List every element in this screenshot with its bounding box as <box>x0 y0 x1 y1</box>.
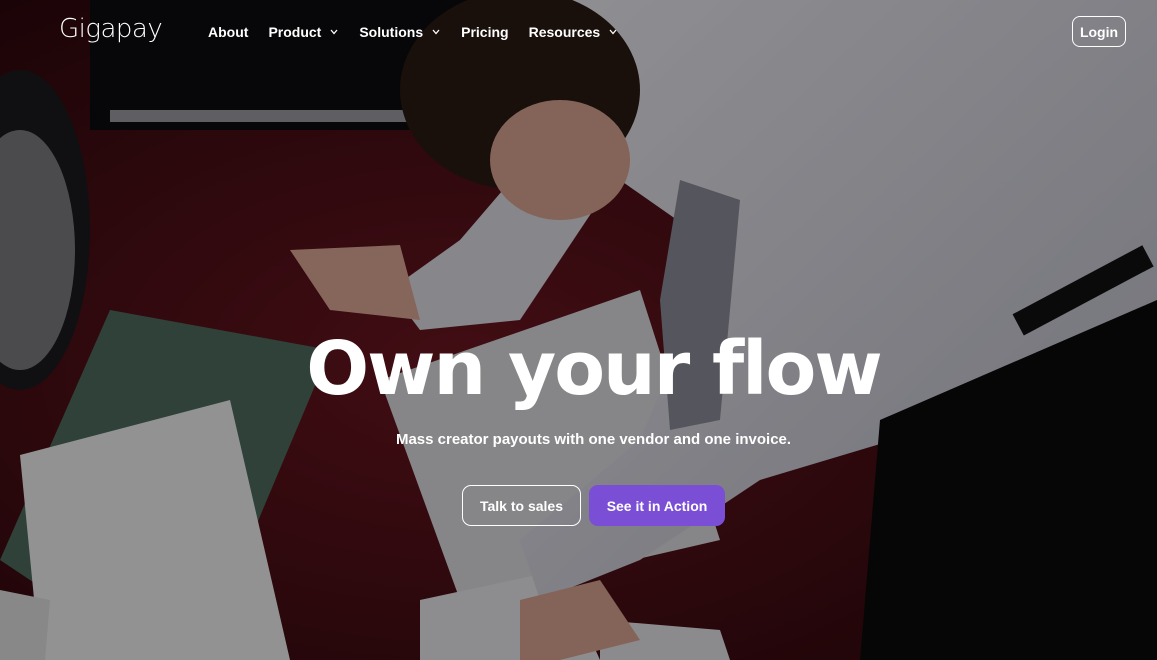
login-button[interactable]: Login <box>1072 16 1126 47</box>
chevron-down-icon <box>609 29 617 35</box>
nav-item-label: Solutions <box>359 24 424 40</box>
hero-subheadline: Mass creator payouts with one vendor and… <box>395 431 792 448</box>
nav-item-label: Product <box>268 24 322 40</box>
brand-logo[interactable]: Gigapay <box>59 14 163 44</box>
nav-item-label: About <box>208 24 249 40</box>
nav-item-pricing[interactable]: Pricing <box>461 24 508 40</box>
hero-section: Gigapay About Product Solutions Pricing … <box>0 0 1157 660</box>
chevron-down-icon <box>432 29 440 35</box>
see-it-in-action-button[interactable]: See it in Action <box>589 485 725 526</box>
nav-item-resources[interactable]: Resources <box>529 24 619 40</box>
nav-item-solutions[interactable]: Solutions <box>359 24 441 40</box>
nav-item-about[interactable]: About <box>208 24 248 40</box>
top-navigation: Gigapay About Product Solutions Pricing … <box>0 0 1157 66</box>
hero-headline: Own your flow <box>306 326 883 412</box>
nav-item-label: Pricing <box>461 24 509 40</box>
cta-group: Talk to sales See it in Action <box>462 485 725 526</box>
nav-item-label: Resources <box>528 24 601 40</box>
nav-item-product[interactable]: Product <box>268 24 339 40</box>
nav-menu: About Product Solutions Pricing Resource… <box>208 24 638 40</box>
chevron-down-icon <box>330 29 338 35</box>
talk-to-sales-button[interactable]: Talk to sales <box>462 485 581 526</box>
